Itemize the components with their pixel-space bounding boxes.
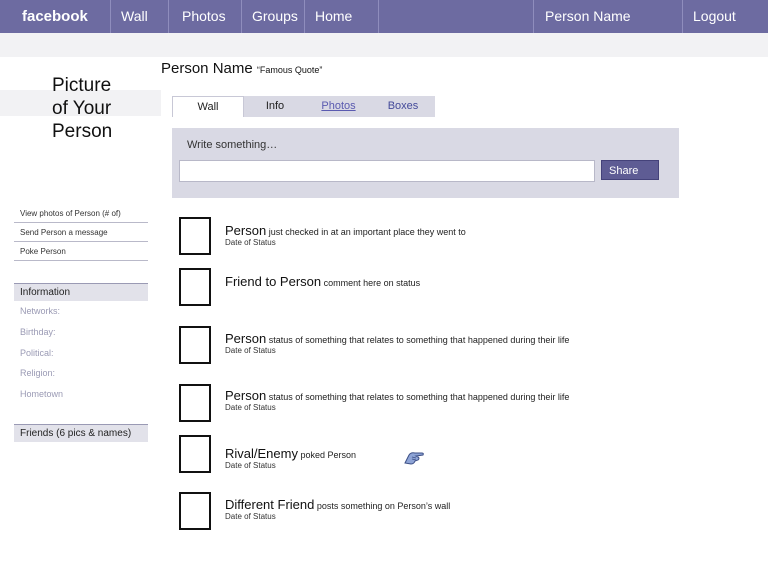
nav-item-photos[interactable]: Photos [168, 0, 241, 33]
poke-hand-icon [404, 452, 424, 465]
profile-name: Person Name [161, 60, 253, 77]
picture-text-line: of Your [52, 98, 112, 119]
nav-item-home[interactable]: Home [304, 0, 378, 33]
famous-quote: “Famous Quote” [256, 65, 323, 75]
feed-item: Person just checked in at an important p… [225, 223, 585, 248]
picture-text-line: Person [52, 121, 113, 142]
header-band [0, 33, 768, 57]
picture-text-line: Picture [52, 75, 112, 96]
feed-actor[interactable]: Person [225, 388, 266, 403]
feed-date: Date of Status [225, 512, 276, 521]
nav-user-name[interactable]: Person Name [533, 0, 682, 33]
logout-link[interactable]: Logout [682, 0, 768, 33]
send-message-link[interactable]: Send Person a message [14, 224, 148, 242]
feed-actor[interactable]: Person [225, 331, 266, 346]
feed-actor[interactable]: Different Friend [225, 497, 314, 512]
nav-spacer [378, 0, 533, 33]
view-photos-link[interactable]: View photos of Person (# of) [14, 205, 148, 223]
feed-avatar[interactable] [179, 435, 211, 473]
nav-item-groups[interactable]: Groups [241, 0, 304, 33]
tab-photos[interactable]: Photos [306, 96, 371, 117]
facebook-logo[interactable]: facebook [0, 0, 110, 33]
feed-text: status of something that relates to some… [266, 335, 570, 345]
profile-picture-placeholder: Picture of Your Person [52, 74, 162, 143]
status-input[interactable] [179, 160, 595, 182]
feed-actor[interactable]: Friend to Person [225, 274, 321, 289]
feed-text: status of something that relates to some… [266, 392, 570, 402]
feed-item: Friend to Person comment here on status [225, 274, 585, 289]
info-birthday: Birthday: [20, 327, 56, 337]
feed-avatar[interactable] [179, 384, 211, 422]
feed-item: Person status of something that relates … [225, 388, 585, 413]
feed-actor[interactable]: Rival/Enemy [225, 446, 298, 461]
info-political: Political: [20, 348, 54, 358]
feed-actor[interactable]: Person [225, 223, 266, 238]
feed-avatar[interactable] [179, 326, 211, 364]
top-navigation-bar: facebook Wall Photos Groups Home Person … [0, 0, 768, 33]
information-heading: Information [14, 283, 148, 301]
feed-text: comment here on status [321, 278, 421, 288]
feed-avatar[interactable] [179, 268, 211, 306]
info-networks: Networks: [20, 306, 61, 316]
feed-avatar[interactable] [179, 217, 211, 255]
poke-person-link[interactable]: Poke Person [14, 243, 148, 261]
feed-text: posts something on Person’s wall [314, 501, 451, 511]
feed-avatar[interactable] [179, 492, 211, 530]
info-religion: Religion: [20, 368, 56, 378]
feed-item: Different Friend posts something on Pers… [225, 497, 585, 522]
friends-heading[interactable]: Friends (6 pics & names) [14, 424, 148, 442]
tab-boxes[interactable]: Boxes [371, 96, 435, 117]
feed-text: poked Person [297, 450, 357, 460]
feed-item: Person status of something that relates … [225, 331, 585, 356]
info-hometown: Hometown [20, 389, 64, 399]
feed-date: Date of Status [225, 238, 276, 247]
profile-name-heading: Person Name “Famous Quote” [161, 60, 322, 77]
write-something-label: Write something… [187, 139, 278, 151]
tab-wall[interactable]: Wall [172, 96, 244, 117]
feed-date: Date of Status [225, 346, 276, 355]
feed-text: just checked in at an important place th… [266, 227, 466, 237]
nav-item-wall[interactable]: Wall [110, 0, 168, 33]
feed-date: Date of Status [225, 403, 276, 412]
tab-info[interactable]: Info [244, 96, 306, 117]
share-button[interactable]: Share [601, 160, 659, 180]
